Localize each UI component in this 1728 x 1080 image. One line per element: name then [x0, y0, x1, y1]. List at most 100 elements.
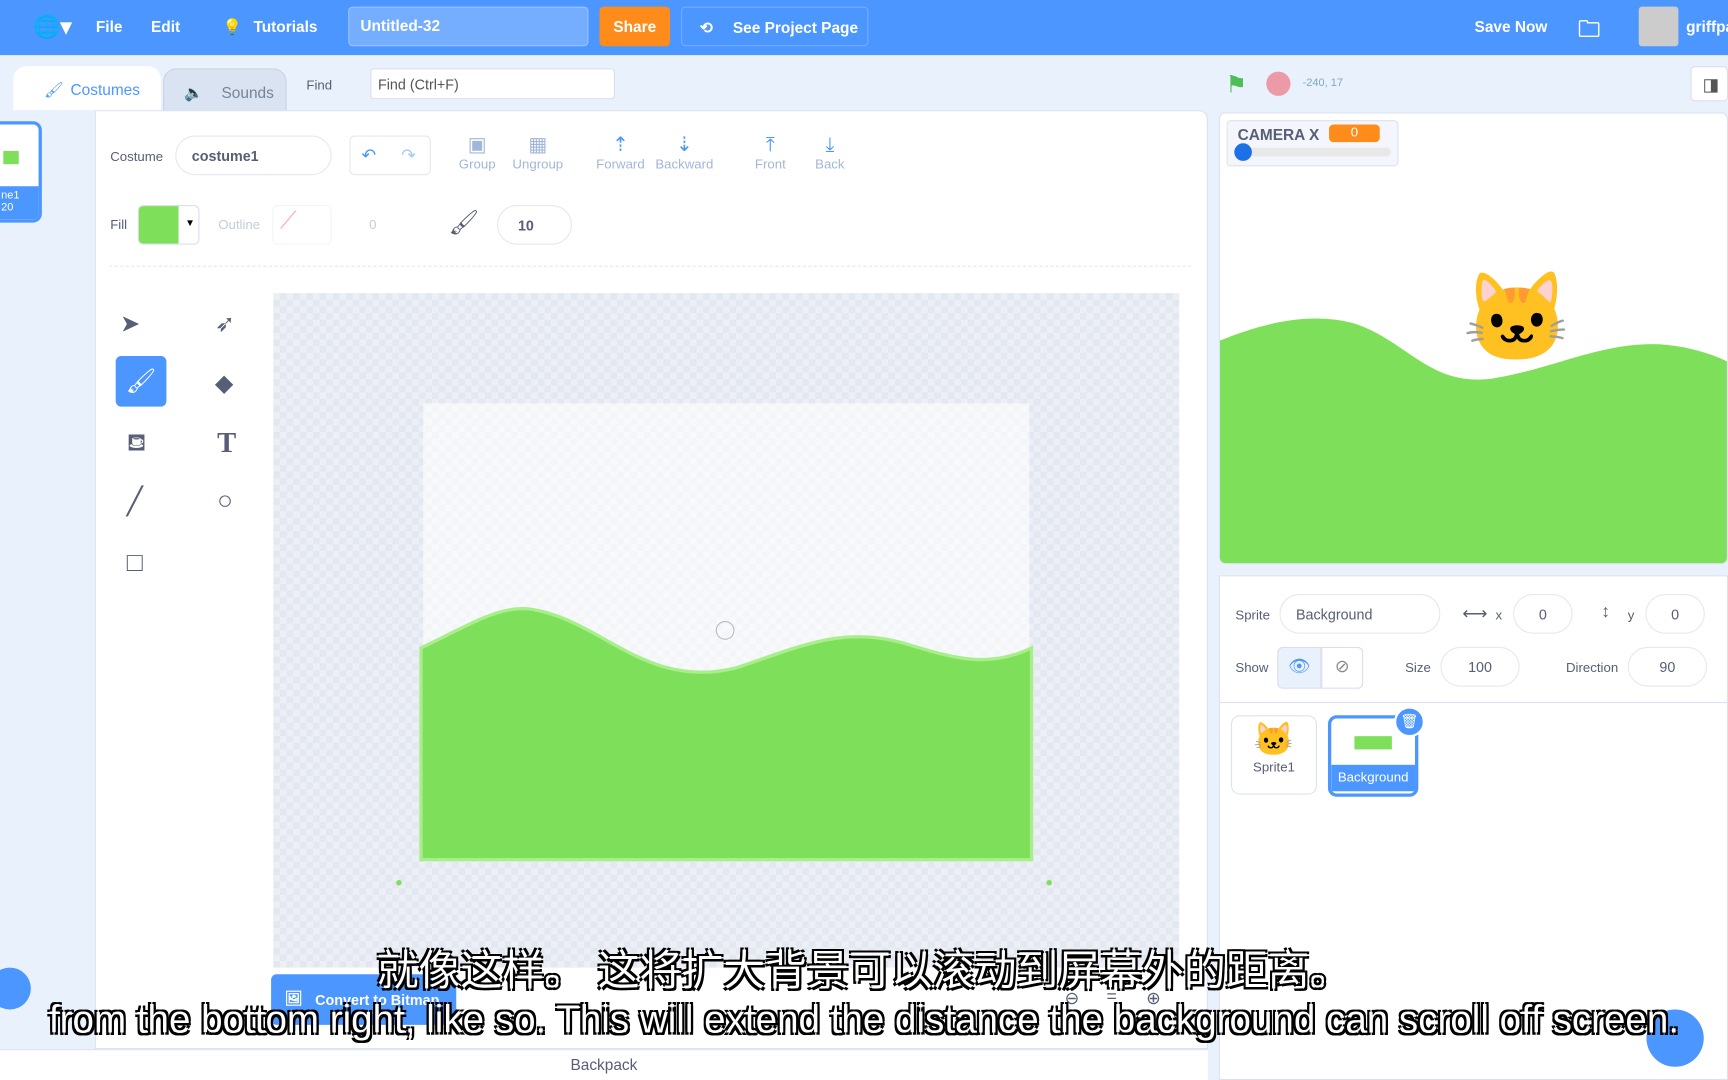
- reshape-tool[interactable]: ➶: [215, 310, 235, 339]
- edit-menu[interactable]: Edit: [151, 18, 180, 36]
- undo-redo: ↶ ↷: [349, 135, 431, 177]
- show-label: Show: [1235, 660, 1269, 676]
- outline-color-picker[interactable]: ⟋: [272, 204, 332, 245]
- menu-bar: 🌐▾ File Edit 💡 Tutorials Untitled-32 Sha…: [0, 0, 1728, 56]
- front-label: Front: [754, 156, 786, 172]
- see-project-label: See Project Page: [732, 18, 859, 37]
- backward-label: Backward: [655, 156, 714, 172]
- ground-shape[interactable]: [273, 293, 1179, 967]
- cat-sprite[interactable]: 🐱: [1462, 274, 1572, 362]
- rectangle-tool[interactable]: □: [127, 548, 143, 579]
- fill-swatch: [138, 206, 179, 244]
- lightbulb-icon: 💡: [222, 17, 242, 36]
- globe-icon[interactable]: 🌐▾: [33, 13, 72, 41]
- divider: [1219, 701, 1728, 704]
- speaker-icon: 🔈: [184, 83, 204, 102]
- tab-costumes[interactable]: 🖌 Costumes: [13, 66, 161, 111]
- paint-canvas[interactable]: [273, 293, 1180, 968]
- stage[interactable]: 🐱 CAMERA X 0: [1218, 112, 1728, 565]
- back-button[interactable]: ⤓ Back: [797, 133, 863, 172]
- see-project-page-button[interactable]: ⟲ See Project Page: [681, 6, 869, 47]
- find-label: Find: [306, 77, 333, 93]
- outline-width[interactable]: 0: [369, 217, 376, 232]
- delete-sprite-icon[interactable]: 🗑: [1394, 706, 1425, 738]
- mouse-coordinates: -240, 17: [1302, 77, 1344, 90]
- save-now-button[interactable]: Save Now: [1475, 18, 1548, 36]
- remix-icon: ⟲: [699, 18, 713, 37]
- project-title-input[interactable]: Untitled-32: [348, 6, 589, 47]
- sprite-name: Sprite1: [1253, 759, 1295, 775]
- direction-input[interactable]: 90: [1627, 646, 1708, 687]
- size-label: Size: [1405, 660, 1431, 676]
- monitor-value: 0: [1329, 124, 1380, 143]
- line-tool[interactable]: ╱: [127, 486, 143, 518]
- forward-button[interactable]: ⇡ Forward: [587, 133, 653, 172]
- variable-monitor[interactable]: CAMERA X 0: [1226, 120, 1399, 167]
- monitor-label: CAMERA X: [1237, 125, 1320, 144]
- show-visible-button[interactable]: 👁: [1277, 646, 1322, 689]
- costume-label: Costume: [110, 148, 164, 165]
- sprite-name: Background: [1331, 764, 1416, 792]
- brush-icon: 🖌: [44, 80, 64, 99]
- sprite-thumbnail: 🐱: [1253, 721, 1295, 759]
- chevron-down-icon: ▼: [185, 217, 195, 229]
- username[interactable]: griffpa: [1686, 18, 1728, 36]
- ungroup-button[interactable]: ▦ Ungroup: [505, 133, 571, 172]
- costume-thumbnail: [3, 150, 19, 165]
- slider-handle[interactable]: [1234, 143, 1252, 161]
- undo-button[interactable]: ↶: [361, 137, 376, 177]
- share-button[interactable]: Share: [599, 6, 671, 47]
- circle-tool[interactable]: ○: [217, 486, 233, 517]
- y-arrows-icon: ↕: [1601, 602, 1611, 622]
- sprite-tile[interactable]: 🐱 Sprite1: [1230, 715, 1317, 795]
- divider: [109, 265, 1192, 267]
- eraser-tool[interactable]: ◆: [215, 369, 234, 398]
- sprite-label: Sprite: [1235, 607, 1270, 623]
- costume-name-label: ne1 20: [0, 186, 39, 220]
- tab-sounds[interactable]: 🔈 Sounds: [163, 68, 287, 113]
- redo-button[interactable]: ↷: [401, 137, 416, 177]
- find-input[interactable]: Find (Ctrl+F): [370, 68, 615, 100]
- brush-size-input[interactable]: 10: [497, 204, 572, 245]
- costume-name-input[interactable]: costume1: [175, 135, 332, 176]
- brush-tool[interactable]: 🖌: [115, 355, 167, 407]
- folder-icon[interactable]: 🗀: [1578, 13, 1600, 50]
- backward-button[interactable]: ⇣ Backward: [651, 133, 717, 172]
- costume-list: ne1 20: [0, 110, 95, 1050]
- tutorials-menu[interactable]: Tutorials: [253, 18, 317, 36]
- costume-item[interactable]: ne1 20: [0, 121, 42, 223]
- y-input[interactable]: 0: [1645, 593, 1705, 634]
- stage-size-toggle[interactable]: ◨: [1690, 66, 1728, 102]
- group-button[interactable]: ▣ Group: [444, 133, 510, 172]
- brush-size-icon: 🖌: [448, 208, 480, 236]
- show-hidden-button[interactable]: ⊘: [1321, 646, 1364, 689]
- back-label: Back: [815, 156, 845, 172]
- group-label: Group: [458, 156, 496, 172]
- monitor-slider[interactable]: [1234, 143, 1391, 161]
- front-button[interactable]: ⤒ Front: [737, 133, 803, 172]
- backpack[interactable]: Backpack: [0, 1049, 1208, 1080]
- direction-label: Direction: [1565, 660, 1619, 676]
- forward-label: Forward: [596, 156, 645, 172]
- fill-color-picker[interactable]: ▼: [137, 204, 200, 245]
- sprite-name-input[interactable]: Background: [1279, 593, 1441, 634]
- sprite-thumbnail: [1354, 736, 1392, 750]
- size-input[interactable]: 100: [1440, 646, 1520, 687]
- subtitle-english: from the bottom right, like so. This wil…: [48, 998, 1680, 1042]
- x-arrows-icon: ⟷: [1462, 605, 1488, 624]
- subtitle-chinese: 就像这样。 这将扩大背景可以滚动到屏幕外的距离。: [376, 948, 1352, 996]
- fill-tool[interactable]: ⛾: [127, 429, 147, 461]
- file-menu[interactable]: File: [96, 18, 123, 36]
- y-label: y: [1627, 607, 1635, 623]
- outline-label: Outline: [218, 217, 261, 233]
- tab-label: Costumes: [70, 80, 140, 99]
- costume-name: ne1: [1, 189, 20, 202]
- x-input[interactable]: 0: [1513, 593, 1573, 634]
- green-flag-icon[interactable]: ⚑: [1225, 71, 1247, 100]
- tab-label: Sounds: [221, 83, 274, 102]
- ungroup-label: Ungroup: [512, 156, 564, 172]
- stop-icon[interactable]: [1266, 71, 1291, 96]
- select-tool[interactable]: ➤: [120, 310, 140, 339]
- text-tool[interactable]: T: [217, 426, 236, 459]
- avatar[interactable]: [1638, 6, 1679, 47]
